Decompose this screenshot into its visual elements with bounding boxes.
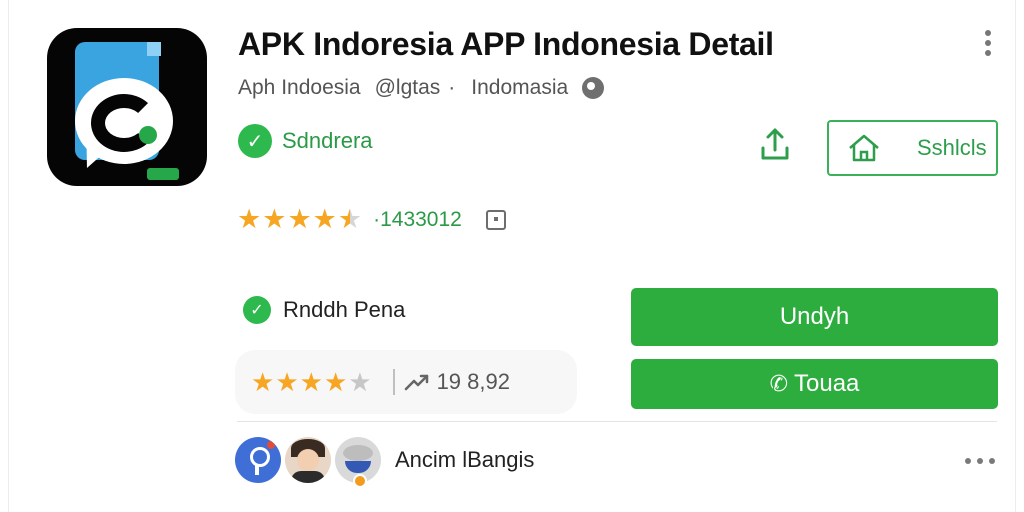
feature-item: ✓ Rnddh Pena — [243, 296, 405, 324]
star-icon: ★ — [299, 366, 323, 397]
avatar[interactable] — [235, 437, 281, 483]
people-row[interactable]: Ancim lBangis — [235, 437, 534, 483]
home-icon — [849, 134, 879, 162]
rating-count: ·1433012 — [373, 207, 462, 231]
half-star-icon: ★ — [337, 204, 363, 234]
feature-label: Rnddh Pena — [283, 297, 406, 322]
developer-name[interactable]: Aph Indoesia — [238, 76, 361, 100]
verified-label: Sdndrera — [282, 128, 373, 153]
developer-line: Aph Indoesia @lgtas · Indomasia — [238, 76, 605, 100]
rating-stars: ★ ★ ★ ★ ★ — [237, 206, 363, 233]
star-icon: ★ — [237, 204, 262, 234]
wishlist-label: Sshlcls — [917, 135, 987, 160]
star-icon: ★ — [287, 204, 312, 234]
app-title: APK Indoresia APP Indonesia Detail — [238, 26, 774, 62]
check-circle-icon: ✓ — [238, 124, 272, 158]
people-name: Ancim lBangis — [395, 447, 535, 472]
star-icon: ★ — [312, 204, 337, 234]
call-button[interactable]: ✆ Touaa — [631, 359, 998, 409]
region-label: Indomasia — [471, 76, 569, 99]
section-divider — [237, 421, 997, 422]
share-button[interactable] — [755, 124, 795, 164]
call-label: Touaa — [794, 370, 860, 397]
star-icon: ★ — [251, 366, 275, 397]
avatar[interactable] — [285, 437, 331, 483]
more-horiz-icon[interactable] — [965, 458, 995, 466]
star-icon: ★ — [275, 366, 299, 397]
notification-badge — [353, 474, 367, 488]
check-circle-icon: ✓ — [243, 296, 271, 324]
rating-row: ★ ★ ★ ★ ★ ·1433012 — [237, 206, 506, 233]
verified-badge: ✓ Sdndrera — [238, 124, 373, 158]
share-icon — [761, 128, 789, 160]
empty-star-icon: ★ — [348, 366, 372, 397]
download-label: Undyh — [779, 303, 850, 330]
more-vert-icon[interactable] — [979, 30, 997, 60]
divider — [392, 369, 395, 395]
star-icon: ★ — [262, 204, 287, 234]
globe-icon — [582, 77, 605, 99]
app-logo-icon — [47, 28, 207, 186]
review-count: 19 8,92 — [436, 369, 510, 394]
app-detail-card: APK Indoresia APP Indonesia Detail Aph I… — [8, 0, 1016, 512]
download-button[interactable]: Undyh — [631, 288, 998, 346]
separator-dot: · — [448, 76, 456, 99]
info-icon[interactable] — [485, 209, 506, 230]
phone-icon: ✆ — [769, 371, 789, 396]
trending-icon — [404, 374, 428, 391]
star-icon: ★ — [323, 366, 348, 397]
wishlist-button[interactable]: Sshlcls — [827, 120, 998, 176]
review-summary[interactable]: ★ ★ ★ ★ ★ 19 8,92 — [235, 350, 577, 414]
developer-handle: @lgtas — [374, 76, 441, 99]
